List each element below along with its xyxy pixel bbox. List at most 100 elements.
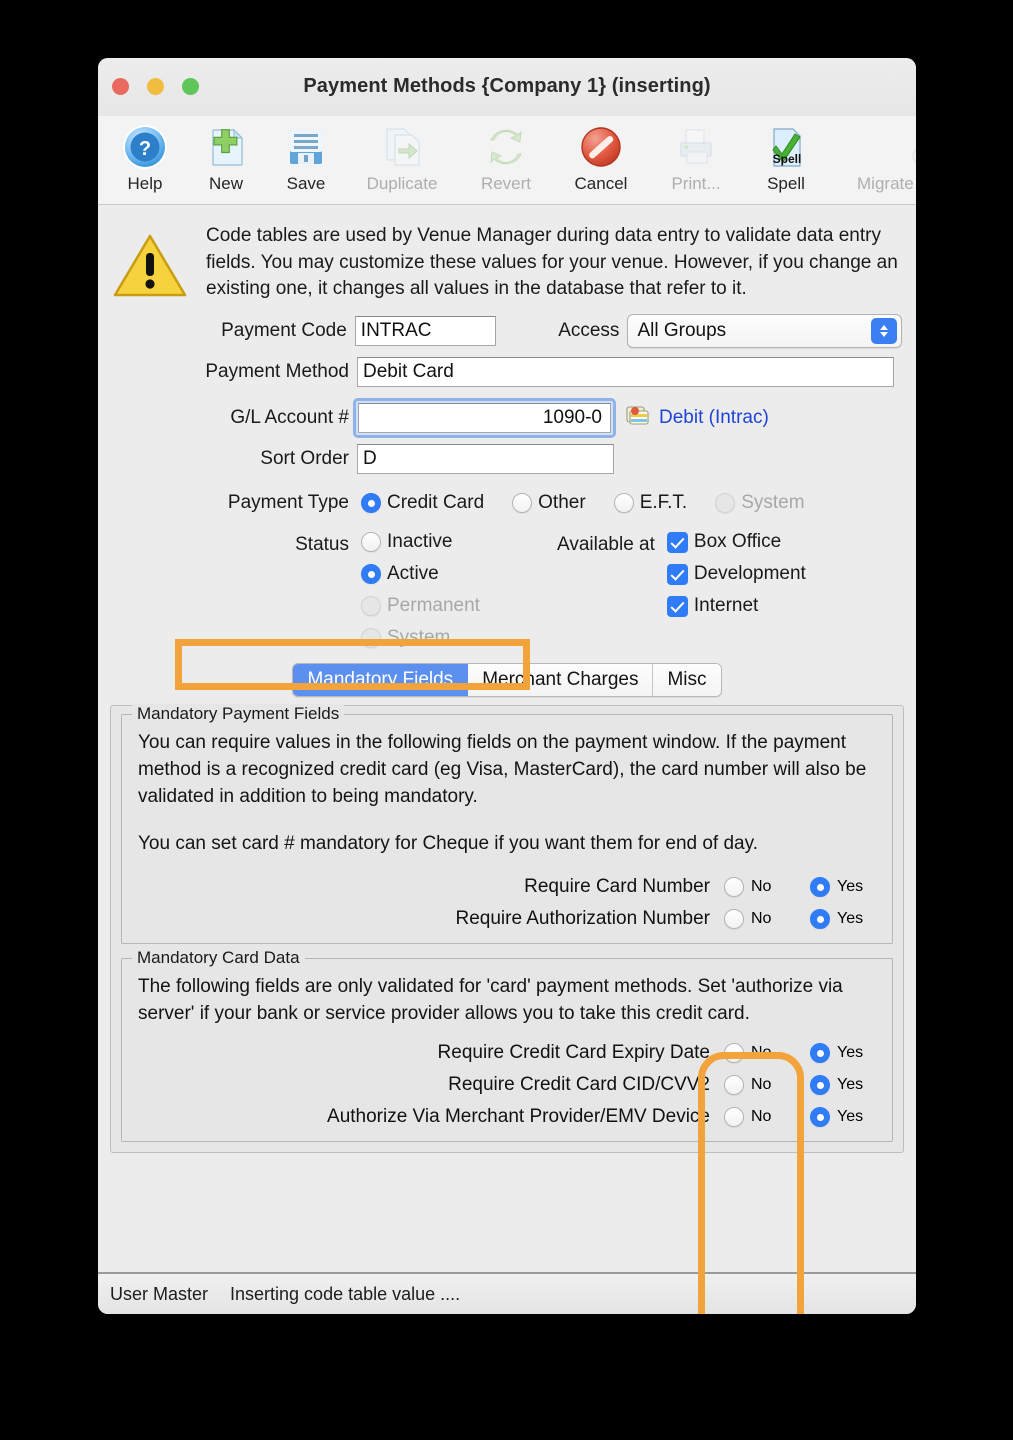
mandatory-payment-fields-legend: Mandatory Payment Fields <box>132 704 345 724</box>
radio-require-cid-cvv2-no[interactable] <box>724 1075 744 1095</box>
tab-mandatory-fields[interactable]: Mandatory Fields <box>293 664 469 696</box>
require-cid-cvv2-no[interactable]: No <box>710 1075 796 1095</box>
require-cid-cvv2-no-label: No <box>751 1076 772 1093</box>
help-button[interactable]: ? Help <box>104 118 186 194</box>
radio-require-cid-cvv2-yes[interactable] <box>810 1075 830 1095</box>
payment-code-input[interactable]: INTRAC <box>354 316 496 346</box>
radio-authorize-via-merchant-yes[interactable] <box>810 1107 830 1127</box>
payment-type-row: Payment Type Credit Card Other E.F.T. Sy… <box>112 483 902 523</box>
checkbox-box-office[interactable] <box>666 531 688 553</box>
require-card-number-row: Require Card Number No Yes <box>132 871 882 903</box>
tab-misc[interactable]: Misc <box>653 664 721 696</box>
authorize-via-merchant-yes[interactable]: Yes <box>796 1107 882 1127</box>
require-card-number-yes-label: Yes <box>837 878 864 895</box>
status-availability-block: Status Inactive Active Permanent System … <box>112 531 902 649</box>
print-button: Print... <box>648 118 744 194</box>
available-at-box-office[interactable]: Box Office <box>666 531 806 553</box>
authorize-via-merchant-row: Authorize Via Merchant Provider/EMV Devi… <box>132 1101 882 1133</box>
payment-type-eft-label: E.F.T. <box>639 492 688 513</box>
status-option-active[interactable]: Active <box>361 563 557 585</box>
window-title: Payment Methods {Company 1} (inserting) <box>303 75 711 97</box>
checkbox-development[interactable] <box>666 563 688 585</box>
gl-account-link[interactable]: Debit (Intrac) <box>659 407 769 429</box>
require-authorization-number-no[interactable]: No <box>710 909 796 929</box>
radio-authorize-via-merchant-no[interactable] <box>724 1107 744 1127</box>
status-option-inactive[interactable]: Inactive <box>361 531 557 553</box>
gl-account-input[interactable]: 1090-0 <box>358 403 611 433</box>
require-cid-cvv2-label: Require Credit Card CID/CVV2 <box>448 1074 710 1095</box>
status-active-label: Active <box>387 563 439 584</box>
require-expiry-date-label: Require Credit Card Expiry Date <box>437 1042 710 1063</box>
radio-require-card-number-no[interactable] <box>724 877 744 897</box>
require-card-number-no[interactable]: No <box>710 877 796 897</box>
payment-type-system-label: System <box>741 492 805 513</box>
new-button-label: New <box>208 174 243 193</box>
radio-eft[interactable] <box>613 493 634 513</box>
available-at-box-office-label: Box Office <box>693 531 782 552</box>
authorize-via-merchant-no-label: No <box>751 1108 772 1125</box>
radio-payment-type-system <box>715 493 736 513</box>
svg-text:Spell: Spell <box>773 152 802 166</box>
save-button[interactable]: Save <box>266 118 346 194</box>
status-bar-user: User Master <box>110 1283 209 1304</box>
gl-account-row: G/L Account # 1090-0 Debit (Intrac) <box>112 396 902 440</box>
migrate-postdated-button-label: Migrate Postdated <box>857 174 916 193</box>
radio-require-authorization-number-no[interactable] <box>724 909 744 929</box>
radio-require-card-number-yes[interactable] <box>810 877 830 897</box>
radio-require-expiry-date-no[interactable] <box>724 1043 744 1063</box>
require-authorization-number-row: Require Authorization Number No Yes <box>132 903 882 935</box>
mandatory-payment-fields-fieldset: Mandatory Payment Fields You can require… <box>121 704 893 944</box>
require-card-number-no-label: No <box>751 878 772 895</box>
mandatory-card-data-fieldset: Mandatory Card Data The following fields… <box>121 948 893 1142</box>
payment-type-option-system: System <box>715 492 805 514</box>
mandatory-payment-fields-paragraph-1: You can require values in the following … <box>138 732 867 807</box>
payment-type-credit-card-label: Credit Card <box>387 492 485 513</box>
payment-method-label: Payment Method <box>205 361 349 382</box>
spell-check-icon: Spell <box>761 118 811 176</box>
sort-order-label: Sort Order <box>260 448 349 469</box>
require-authorization-number-yes[interactable]: Yes <box>796 909 882 929</box>
access-label: Access <box>558 320 620 341</box>
status-bar-message: Inserting code table value .... <box>230 1283 461 1304</box>
duplicate-icon <box>377 118 427 176</box>
radio-require-expiry-date-yes[interactable] <box>810 1043 830 1063</box>
radio-permanent <box>361 596 381 616</box>
cancel-button[interactable]: Cancel <box>554 118 648 194</box>
radio-other[interactable] <box>512 493 533 513</box>
notice-block: Code tables are used by Venue Manager du… <box>98 205 916 310</box>
print-button-label: Print... <box>671 174 721 193</box>
payment-type-option-other[interactable]: Other <box>512 492 586 514</box>
new-button[interactable]: New <box>186 118 266 194</box>
migrate-postdated-button: Migrate Postdated <box>828 118 916 194</box>
radio-require-authorization-number-yes[interactable] <box>810 909 830 929</box>
status-inactive-label: Inactive <box>387 531 453 552</box>
account-lookup-icon[interactable] <box>624 402 651 434</box>
checkbox-internet[interactable] <box>666 595 688 617</box>
warning-triangle-icon <box>112 217 190 306</box>
radio-credit-card[interactable] <box>361 493 381 513</box>
payment-type-option-eft[interactable]: E.F.T. <box>613 492 688 514</box>
available-at-development[interactable]: Development <box>666 563 806 585</box>
authorize-via-merchant-no[interactable]: No <box>710 1107 796 1127</box>
main-toolbar: ? Help New Save Duplicate Revert Cancel … <box>98 116 916 205</box>
available-at-internet[interactable]: Internet <box>666 595 806 617</box>
require-expiry-date-no[interactable]: No <box>710 1043 796 1063</box>
spell-button-label: Spell <box>767 174 805 193</box>
gl-account-focus-ring: 1090-0 <box>353 398 616 438</box>
radio-inactive[interactable] <box>361 532 381 552</box>
radio-active[interactable] <box>361 564 381 584</box>
payment-form: Payment Code INTRAC Access All Groups Pa… <box>98 310 916 649</box>
payment-method-input[interactable]: Debit Card <box>357 357 894 387</box>
access-select[interactable]: All Groups <box>627 314 902 348</box>
sort-order-input[interactable]: D <box>357 444 614 474</box>
spell-button[interactable]: Spell Spell <box>744 118 828 194</box>
tab-merchant-charges[interactable]: Merchant Charges <box>468 664 654 696</box>
tab-panel-mandatory-fields: Mandatory Payment Fields You can require… <box>110 704 904 1153</box>
require-cid-cvv2-yes[interactable]: Yes <box>796 1075 882 1095</box>
window-titlebar[interactable]: Payment Methods {Company 1} (inserting) <box>98 58 916 116</box>
require-expiry-date-yes[interactable]: Yes <box>796 1043 882 1063</box>
revert-button: Revert <box>458 118 554 194</box>
duplicate-button: Duplicate <box>346 118 458 194</box>
require-card-number-yes[interactable]: Yes <box>796 877 882 897</box>
payment-type-option-credit-card[interactable]: Credit Card <box>361 492 484 514</box>
